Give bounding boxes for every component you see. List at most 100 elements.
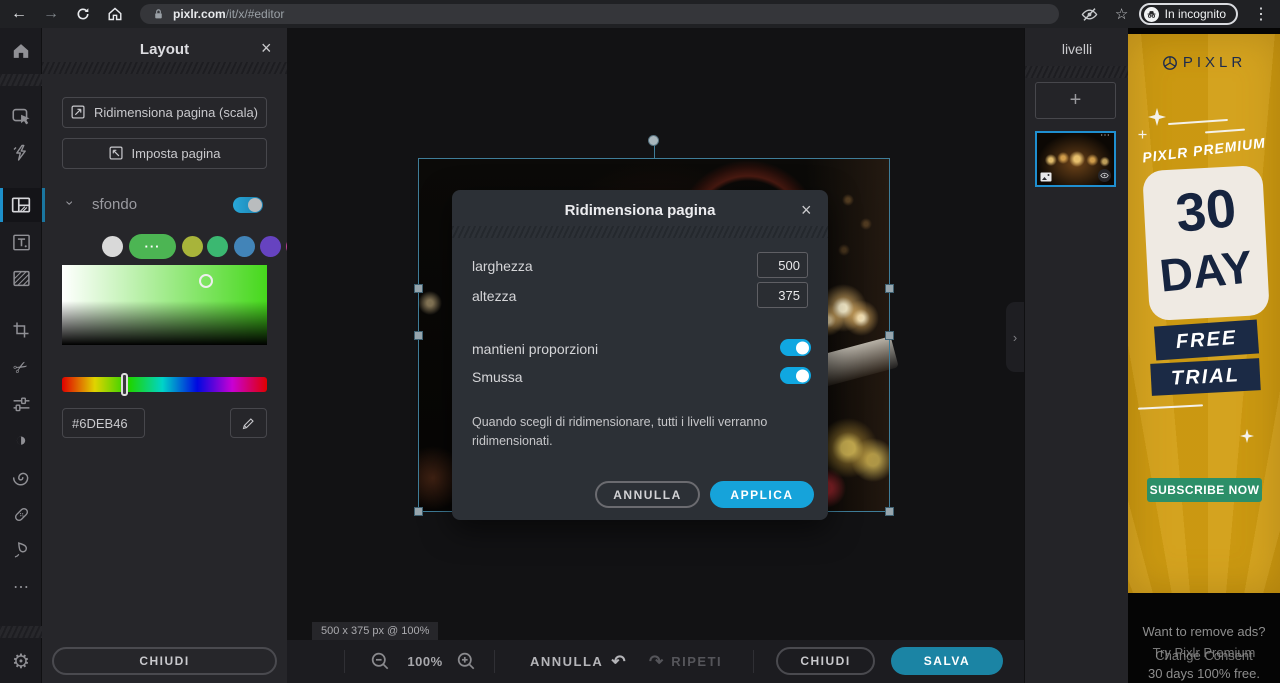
selection-handle-bottom-right[interactable]: [885, 507, 894, 516]
remove-ads-line1[interactable]: Want to remove ads?: [1128, 624, 1280, 639]
background-section-header[interactable]: › sfondo: [42, 188, 287, 222]
tool-liquify[interactable]: [0, 460, 42, 494]
tool-home[interactable]: [0, 34, 42, 68]
tool-filter[interactable]: ◑: [0, 424, 42, 458]
sparkle-icon: [1148, 108, 1166, 126]
tool-adjust[interactable]: [0, 387, 42, 421]
dialog-cancel-button[interactable]: ANNULLA: [595, 481, 700, 508]
resize-page-button[interactable]: Ridimensiona pagina (scala): [62, 97, 267, 128]
swatch-blue[interactable]: [234, 236, 255, 257]
tool-quick-actions[interactable]: [0, 136, 42, 170]
incognito-badge[interactable]: In incognito: [1139, 3, 1238, 25]
background-toggle[interactable]: [233, 197, 263, 213]
bookmark-star-icon[interactable]: ☆: [1109, 2, 1135, 26]
selection-handle-mid-right[interactable]: [885, 331, 894, 340]
browser-forward-button[interactable]: →: [38, 2, 64, 26]
panel-divider-hatch: [42, 62, 287, 74]
swatch-green-selected[interactable]: ···: [129, 234, 176, 259]
canvas-bottom-bar: 100% ANNULLA ↶ ↷ RIPETI CHIUDI SALVA: [287, 640, 1024, 683]
browser-menu-icon[interactable]: ⋮: [1248, 2, 1274, 26]
settings-gear-icon[interactable]: ⚙: [0, 644, 42, 678]
swatch-yellow-green[interactable]: [182, 236, 203, 257]
resize-page-label: Ridimensiona pagina (scala): [94, 105, 258, 120]
set-page-button[interactable]: Imposta pagina: [62, 138, 267, 169]
zoom-in-button[interactable]: [455, 650, 477, 672]
panel-close-button[interactable]: CHIUDI: [52, 647, 277, 675]
undo-button[interactable]: ANNULLA ↶: [530, 640, 626, 683]
hex-color-input[interactable]: [62, 408, 145, 438]
pixlr-aperture-icon: [1162, 55, 1178, 71]
selection-handle-top-left[interactable]: [414, 284, 423, 293]
section-active-bar: [42, 188, 45, 222]
rail-divider-hatch-bottom: [0, 626, 42, 638]
layers-title: livelli: [1025, 41, 1129, 57]
rail-divider-hatch: [0, 74, 42, 86]
ad-trial-box: TRIAL: [1150, 358, 1261, 396]
ad-big-30: 30: [1143, 174, 1269, 248]
toggle-knob: [796, 341, 809, 354]
dialog-apply-button[interactable]: APPLICA: [710, 481, 814, 508]
tool-cut[interactable]: ✂: [0, 343, 48, 393]
color-gradient-picker[interactable]: [62, 265, 267, 345]
color-edit-pencil-button[interactable]: [230, 408, 267, 438]
change-consent-link[interactable]: Change Consent: [1128, 648, 1280, 663]
gradient-picker-marker[interactable]: [199, 274, 213, 288]
hue-slider[interactable]: [62, 377, 267, 392]
panel-close-icon[interactable]: ×: [261, 39, 272, 57]
smooth-toggle[interactable]: [780, 367, 811, 384]
url-host: pixlr.com: [173, 7, 226, 21]
panel-expand-tab[interactable]: ›: [1006, 302, 1024, 372]
canvas-status-text: 500 x 375 px @ 100%: [312, 622, 438, 640]
dialog-info-text: Quando scegli di ridimensionare, tutti i…: [472, 413, 768, 451]
premium-ad[interactable]: PIXLR PIXLR PREMIUM 30 DAY FREE TRIAL SU…: [1128, 34, 1280, 593]
layer-options-dots-icon[interactable]: ⋯: [1100, 130, 1111, 141]
height-input[interactable]: [757, 282, 808, 308]
tool-text[interactable]: [0, 225, 42, 259]
layout-panel: Layout × Ridimensiona pagina (scala) Imp…: [42, 28, 287, 683]
swatch-green[interactable]: [207, 236, 228, 257]
sparkle-icon-2: [1240, 429, 1254, 443]
resize-page-dialog: Ridimensiona pagina × larghezza altezza …: [452, 190, 828, 520]
zoom-out-button[interactable]: [369, 650, 391, 672]
swatch-purple[interactable]: [260, 236, 281, 257]
browser-refresh-button[interactable]: [70, 2, 96, 26]
tool-retouch[interactable]: [0, 497, 42, 531]
layer-visibility-eye-icon[interactable]: [1098, 169, 1111, 182]
tracking-protection-eye-icon[interactable]: [1077, 2, 1103, 26]
browser-home-button[interactable]: [102, 2, 128, 26]
subscribe-now-button[interactable]: SUBSCRIBE NOW: [1147, 478, 1262, 502]
tool-more[interactable]: ⋯: [0, 570, 42, 604]
redo-button[interactable]: ↷ RIPETI: [649, 640, 722, 683]
browser-back-button[interactable]: ←: [6, 2, 32, 26]
resize-page-icon: [71, 105, 86, 120]
rotation-stem: [654, 145, 655, 159]
tool-arrange[interactable]: [0, 100, 42, 134]
selection-handle-top-right[interactable]: [885, 284, 894, 293]
layer-thumbnail[interactable]: ⋯: [1035, 131, 1116, 187]
tool-fill-pattern[interactable]: [0, 261, 42, 295]
dialog-close-icon[interactable]: ×: [801, 201, 812, 219]
rotation-handle[interactable]: [648, 135, 659, 146]
toggle-knob: [796, 369, 809, 382]
selection-handle-bottom-left[interactable]: [414, 507, 423, 516]
dialog-divider-hatch: [452, 226, 828, 238]
editor-close-button[interactable]: CHIUDI: [776, 647, 875, 675]
tool-crop[interactable]: [0, 313, 42, 347]
url-bar[interactable]: pixlr.com/it/x/#editor: [140, 4, 1059, 24]
undo-label: ANNULLA: [530, 654, 603, 669]
keep-proportions-toggle[interactable]: [780, 339, 811, 356]
tool-layout[interactable]: [0, 188, 42, 222]
bottom-divider-3: [753, 650, 754, 673]
save-button[interactable]: SALVA: [891, 647, 1003, 675]
add-layer-button[interactable]: +: [1035, 82, 1116, 119]
hue-slider-marker[interactable]: [121, 373, 128, 396]
swatch-white[interactable]: [102, 236, 123, 257]
panel-title: Layout: [42, 41, 287, 58]
tool-draw[interactable]: [0, 533, 42, 567]
width-input[interactable]: [757, 252, 808, 278]
smooth-label: Smussa: [472, 369, 523, 385]
selection-handle-mid-left[interactable]: [414, 331, 423, 340]
zoom-level-value: 100%: [399, 640, 451, 683]
selected-tool-indicator: [0, 188, 3, 222]
layers-divider-hatch: [1025, 66, 1129, 78]
